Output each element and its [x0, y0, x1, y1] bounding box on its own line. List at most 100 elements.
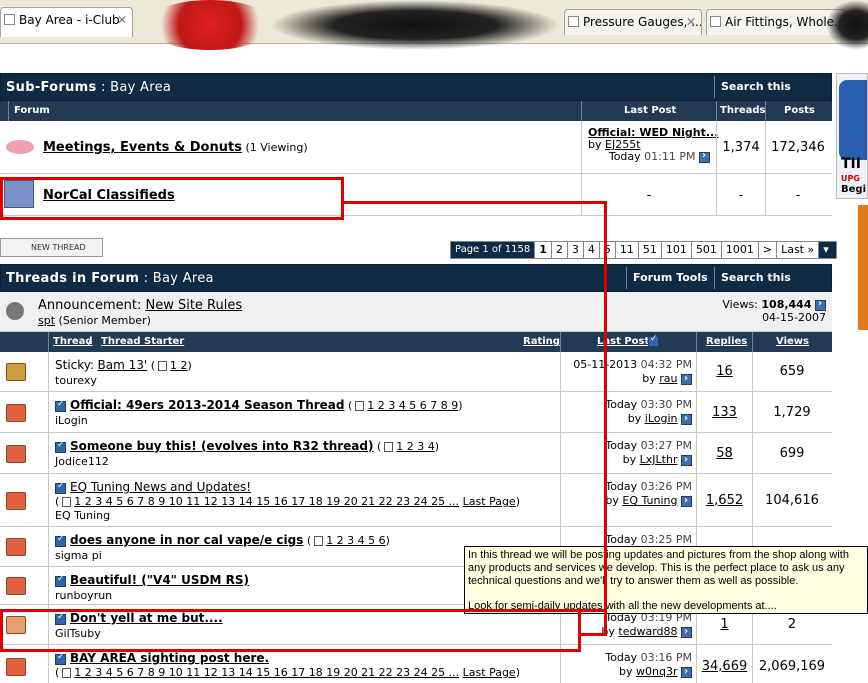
- last-post-time: 01:11 PM: [644, 150, 696, 163]
- thread-replies-link[interactable]: 1: [696, 617, 753, 632]
- last-post-user-link[interactable]: w0nq3r: [636, 665, 677, 678]
- tooltip-text: In this thread we will be posting update…: [468, 549, 849, 587]
- page-link[interactable]: 501: [691, 241, 722, 259]
- multipage-icon: [62, 668, 72, 678]
- page-link[interactable]: 51: [638, 241, 662, 259]
- thread-replies-link[interactable]: 58: [696, 446, 753, 461]
- thread-check-icon: [55, 481, 66, 494]
- announcement-prefix: Announcement:: [38, 298, 142, 313]
- sort-by-views-link[interactable]: Views: [776, 336, 809, 347]
- thread-status-icon: [6, 577, 26, 595]
- page-favicon-icon: [710, 16, 721, 27]
- browser-tab-strip: Bay Area - i-Club ✕ Pressure Gauges, ...…: [0, 0, 868, 50]
- thread-replies-link[interactable]: 34,669: [696, 659, 753, 674]
- sort-by-thread-link[interactable]: Thread: [53, 336, 93, 347]
- threads-header: Threads in Forum : Bay Area Forum Tools …: [0, 264, 832, 306]
- go-to-last-post-icon[interactable]: [681, 453, 692, 467]
- thread-starter[interactable]: iLogin: [55, 414, 88, 427]
- thread-title-link[interactable]: Beautiful! ("V4" USDM RS): [70, 573, 249, 587]
- page-link[interactable]: 4: [583, 241, 600, 259]
- last-post-date: Today: [605, 439, 638, 452]
- thread-page-links[interactable]: 1 2: [170, 359, 188, 372]
- thread-page-links[interactable]: 1 2 3 4 5 6 7 8 9 10 11 12 13 14 15 16 1…: [74, 666, 459, 679]
- go-to-last-post-icon[interactable]: [681, 372, 692, 386]
- tab-label: Pressure Gauges, ...: [583, 15, 702, 29]
- tab-air-fittings[interactable]: Air Fittings, Whole...: [706, 9, 846, 35]
- thread-starter[interactable]: runboyrun: [55, 589, 112, 602]
- go-to-last-post-icon[interactable]: [681, 625, 692, 639]
- last-post-user-link[interactable]: LxJLthr: [640, 453, 678, 466]
- sidebar-ad-2[interactable]: [858, 205, 868, 330]
- subforum-link[interactable]: Meetings, Events & Donuts: [43, 140, 242, 155]
- last-post-time: 03:26 PM: [640, 480, 692, 493]
- thread-title-link[interactable]: Someone buy this! (evolves into R32 thre…: [70, 439, 373, 453]
- thread-title-link[interactable]: EQ Tuning News and Updates!: [70, 480, 251, 494]
- thread-starter[interactable]: sigma pi: [55, 549, 102, 562]
- search-forum-button[interactable]: Search this Forum ▾: [714, 76, 832, 115]
- thread-starter[interactable]: EQ Tuning: [55, 509, 110, 522]
- search-forum-button[interactable]: Search this Forum ▾: [714, 267, 832, 306]
- thread-title-link[interactable]: BAY AREA sighting post here.: [70, 651, 269, 665]
- last-post-user-link[interactable]: tedward88: [618, 625, 677, 638]
- site-favicon-icon: [4, 14, 15, 25]
- tab-bay-area[interactable]: Bay Area - i-Club ✕: [0, 7, 133, 37]
- page-link[interactable]: 101: [661, 241, 692, 259]
- threads-title: Threads in Forum: [6, 271, 140, 286]
- announcement-link[interactable]: New Site Rules: [145, 298, 242, 313]
- tab-pressure-gauges[interactable]: Pressure Gauges, ... ✕: [564, 9, 702, 35]
- thread-page-links[interactable]: 1 2 3 4 5 6 7 8 9: [367, 399, 458, 412]
- new-thread-button[interactable]: NEW THREAD: [0, 238, 103, 257]
- thread-title-link[interactable]: Official: 49ers 2013-2014 Season Thread: [70, 398, 345, 412]
- sort-order-icon[interactable]: [648, 334, 659, 347]
- thread-starter[interactable]: Jodice112: [55, 455, 109, 468]
- thread-replies-link[interactable]: 1,652: [696, 493, 753, 508]
- close-tab-icon[interactable]: ✕: [686, 10, 696, 34]
- thread-page-links[interactable]: 1 2 3 4 5 6: [326, 534, 385, 547]
- last-post-user-link[interactable]: iLogin: [645, 412, 678, 425]
- page-link[interactable]: 1001: [721, 241, 759, 259]
- page-link-current[interactable]: 1: [535, 241, 552, 259]
- close-tab-icon[interactable]: ✕: [117, 8, 127, 32]
- announcement-user-link[interactable]: spt: [38, 314, 55, 327]
- last-page-link[interactable]: Last Page: [463, 666, 516, 679]
- next-page-link[interactable]: >: [758, 241, 778, 259]
- last-post-user-link[interactable]: rau: [659, 372, 677, 385]
- last-page-link[interactable]: Last Page: [463, 495, 516, 508]
- last-post-time: 03:27 PM: [640, 439, 692, 452]
- go-to-announcement-icon[interactable]: [815, 298, 826, 311]
- annotation-connector: [341, 201, 607, 204]
- go-to-last-post-icon[interactable]: [681, 494, 692, 508]
- page-link[interactable]: 11: [615, 241, 639, 259]
- thread-replies-link[interactable]: 133: [696, 405, 753, 420]
- page-link[interactable]: 3: [567, 241, 584, 259]
- ad-text: TII: [841, 156, 861, 172]
- sort-by-replies-link[interactable]: Replies: [706, 336, 747, 347]
- thread-page-links[interactable]: 1 2 3 4: [396, 440, 434, 453]
- tab-label: Bay Area - i-Club: [19, 13, 120, 27]
- by-label: by: [627, 412, 642, 425]
- sidebar-ad[interactable]: TII UPG Begi: [836, 73, 868, 199]
- thread-title-link[interactable]: Bam 13': [98, 358, 148, 372]
- page-link[interactable]: 5: [599, 241, 616, 259]
- last-post-date: Today: [605, 398, 638, 411]
- thread-replies-link[interactable]: 16: [696, 364, 753, 379]
- go-to-last-post-icon[interactable]: [699, 150, 710, 163]
- by-label: by: [588, 138, 602, 151]
- annotation-connector: [384, 609, 607, 612]
- thread-starter[interactable]: tourexy: [55, 374, 97, 387]
- last-post-user-link[interactable]: EQ Tuning: [622, 494, 677, 507]
- thread-status-icon: [6, 363, 26, 381]
- annotation-box-thread: [0, 609, 581, 652]
- thread-status-icon: [6, 445, 26, 463]
- forum-tools-button[interactable]: Forum Tools ▾: [626, 267, 714, 306]
- last-page-link[interactable]: Last »: [777, 241, 820, 259]
- sort-by-starter-link[interactable]: Thread Starter: [101, 336, 184, 347]
- thread-title-link[interactable]: does anyone in nor cal vape/e cigs: [70, 533, 303, 547]
- last-post-date: Today: [605, 651, 638, 664]
- go-to-last-post-icon[interactable]: [681, 665, 692, 679]
- sort-by-rating-link[interactable]: Rating: [523, 336, 560, 347]
- page-link[interactable]: 2: [551, 241, 568, 259]
- page-menu-arrow-icon[interactable]: ▾: [819, 241, 838, 259]
- go-to-last-post-icon[interactable]: [681, 412, 692, 426]
- thread-page-links[interactable]: 1 2 3 4 5 6 7 8 9 10 11 12 13 14 15 16 1…: [74, 495, 459, 508]
